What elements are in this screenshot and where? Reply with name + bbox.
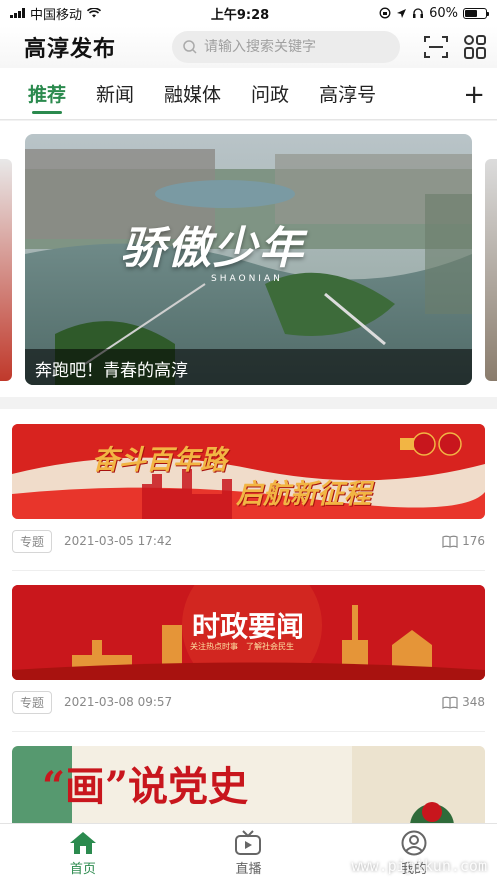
app-header: 高淳发布 <box>0 26 497 68</box>
grid-menu-icon[interactable] <box>463 34 487 60</box>
feed-card[interactable]: 奋斗百年路 启航新征程 专题 2021-03-05 17:42 176 <box>0 409 497 572</box>
lock-rotation-icon <box>379 7 391 19</box>
carousel-prev-slide[interactable] <box>0 159 12 381</box>
watermark: www.pipikun.com <box>351 857 487 875</box>
divider <box>12 570 485 571</box>
scan-icon[interactable] <box>423 35 449 59</box>
search-box[interactable] <box>172 31 400 63</box>
nav-home[interactable]: 首页 <box>33 830 133 877</box>
feed-banner[interactable]: “画”说党史 <box>12 746 485 823</box>
tab-gaochun-hao[interactable]: 高淳号 <box>319 68 376 120</box>
banner-title: 奋斗百年路 <box>92 445 227 476</box>
signal-icon <box>10 8 25 18</box>
banner-subtitle: 关注热点时事 了解社会民生 <box>190 642 294 651</box>
banner-subtitle: 启航新征程 <box>236 479 371 510</box>
nav-live[interactable]: 直播 <box>198 830 298 877</box>
book-icon <box>442 696 458 709</box>
location-icon <box>397 8 407 18</box>
status-bar: 中国移动 上午9:28 60% <box>0 0 497 26</box>
bottom-nav: 首页 直播 我的 www.pipikun.com <box>0 823 497 883</box>
status-right: 60% <box>379 5 489 21</box>
hero-carousel: 骄傲少年 SHAONIAN 奔跑吧！青春的高淳 <box>0 121 497 397</box>
hero-overlay-sub: SHAONIAN <box>211 274 283 284</box>
divider <box>12 731 485 732</box>
battery-icon <box>462 7 489 19</box>
feed-banner[interactable]: 时政要闻 关注热点时事 了解社会民生 <box>12 585 485 680</box>
header-icons <box>423 34 487 60</box>
tab-news[interactable]: 新闻 <box>96 68 134 120</box>
hero-overlay-title: 骄傲少年 <box>121 223 305 274</box>
topic-tag[interactable]: 专题 <box>12 529 53 553</box>
wifi-icon <box>87 8 102 18</box>
app-title: 高淳发布 <box>24 37 117 62</box>
headphones-icon <box>413 8 424 18</box>
view-count-value: 176 <box>462 534 485 548</box>
user-icon <box>401 830 427 856</box>
status-left: 中国移动 <box>10 4 102 23</box>
tab-media[interactable]: 融媒体 <box>164 68 221 120</box>
tab-inquiry[interactable]: 问政 <box>251 68 289 120</box>
carrier-name: 中国移动 <box>30 7 83 23</box>
carousel-next-slide[interactable] <box>485 159 497 381</box>
home-icon <box>69 832 96 854</box>
publish-time: 2021-03-08 09:57 <box>64 695 173 709</box>
tab-recommend[interactable]: 推荐 <box>28 68 66 120</box>
battery-percent: 60% <box>429 5 458 21</box>
add-channel-button[interactable]: + <box>463 80 485 110</box>
hero-caption: 奔跑吧！青春的高淳 <box>25 349 472 385</box>
feed-meta: 专题 2021-03-08 09:57 348 <box>12 690 485 714</box>
feed-card[interactable]: 时政要闻 关注热点时事 了解社会民生 专题 2021-03-08 09:57 3… <box>0 572 497 733</box>
topic-tag[interactable]: 专题 <box>12 690 53 714</box>
hero-slide[interactable]: 骄傲少年 SHAONIAN 奔跑吧！青春的高淳 <box>25 134 472 385</box>
search-input[interactable] <box>204 39 384 55</box>
view-count: 348 <box>442 695 485 709</box>
search-icon <box>183 40 197 54</box>
channel-tabs: 推荐 新闻 融媒体 问政 高淳号 + <box>0 68 497 120</box>
feed-card[interactable]: “画”说党史 <box>0 733 497 823</box>
banner-title: “画”说党史 <box>42 763 249 810</box>
view-count-value: 348 <box>462 695 485 709</box>
publish-time: 2021-03-05 17:42 <box>64 534 173 548</box>
book-icon <box>442 535 458 548</box>
tv-icon <box>235 830 262 855</box>
feed-meta: 专题 2021-03-05 17:42 176 <box>12 529 485 553</box>
nav-live-label: 直播 <box>235 862 262 877</box>
feed-banner[interactable]: 奋斗百年路 启航新征程 <box>12 424 485 519</box>
status-time: 上午9:28 <box>210 7 270 23</box>
banner-title: 时政要闻 <box>192 610 305 643</box>
nav-home-label: 首页 <box>69 862 96 877</box>
view-count: 176 <box>442 534 485 548</box>
